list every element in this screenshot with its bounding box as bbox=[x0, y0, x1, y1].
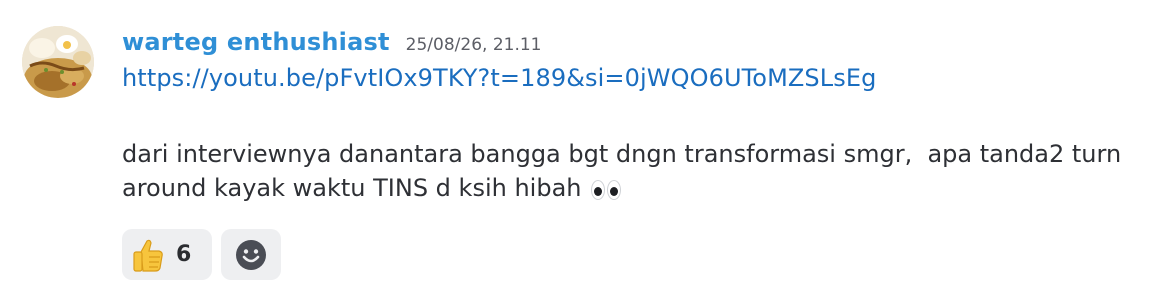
chat-message: warteg enthushiast 25/08/26, 21.11 https… bbox=[0, 0, 1160, 298]
food-photo-avatar-icon bbox=[22, 26, 94, 98]
message-header: warteg enthushiast 25/08/26, 21.11 bbox=[122, 28, 1142, 60]
message-text-body: dari interviewnya danantara bangga bgt d… bbox=[122, 140, 1129, 202]
reaction-bar: 6 bbox=[122, 229, 281, 280]
youtube-link[interactable]: https://youtu.be/pFvtIOx9TKY?t=189&si=0j… bbox=[122, 64, 876, 92]
thumbs-up-icon bbox=[133, 239, 163, 272]
message-timestamp[interactable]: 25/08/26, 21.11 bbox=[406, 35, 542, 55]
message-text: dari interviewnya danantara bangga bgt d… bbox=[122, 137, 1132, 205]
message-content: warteg enthushiast 25/08/26, 21.11 https… bbox=[122, 28, 1142, 205]
author-username[interactable]: warteg enthushiast bbox=[122, 28, 390, 56]
reaction-count: 6 bbox=[176, 242, 192, 267]
eye-left bbox=[591, 180, 606, 200]
add-reaction-button[interactable] bbox=[221, 229, 281, 280]
user-avatar[interactable] bbox=[22, 26, 94, 98]
smiley-face-icon bbox=[236, 239, 266, 270]
eye-right bbox=[607, 180, 622, 200]
reaction-thumbs-up[interactable]: 6 bbox=[122, 229, 212, 280]
eyes-emoji bbox=[591, 180, 622, 200]
